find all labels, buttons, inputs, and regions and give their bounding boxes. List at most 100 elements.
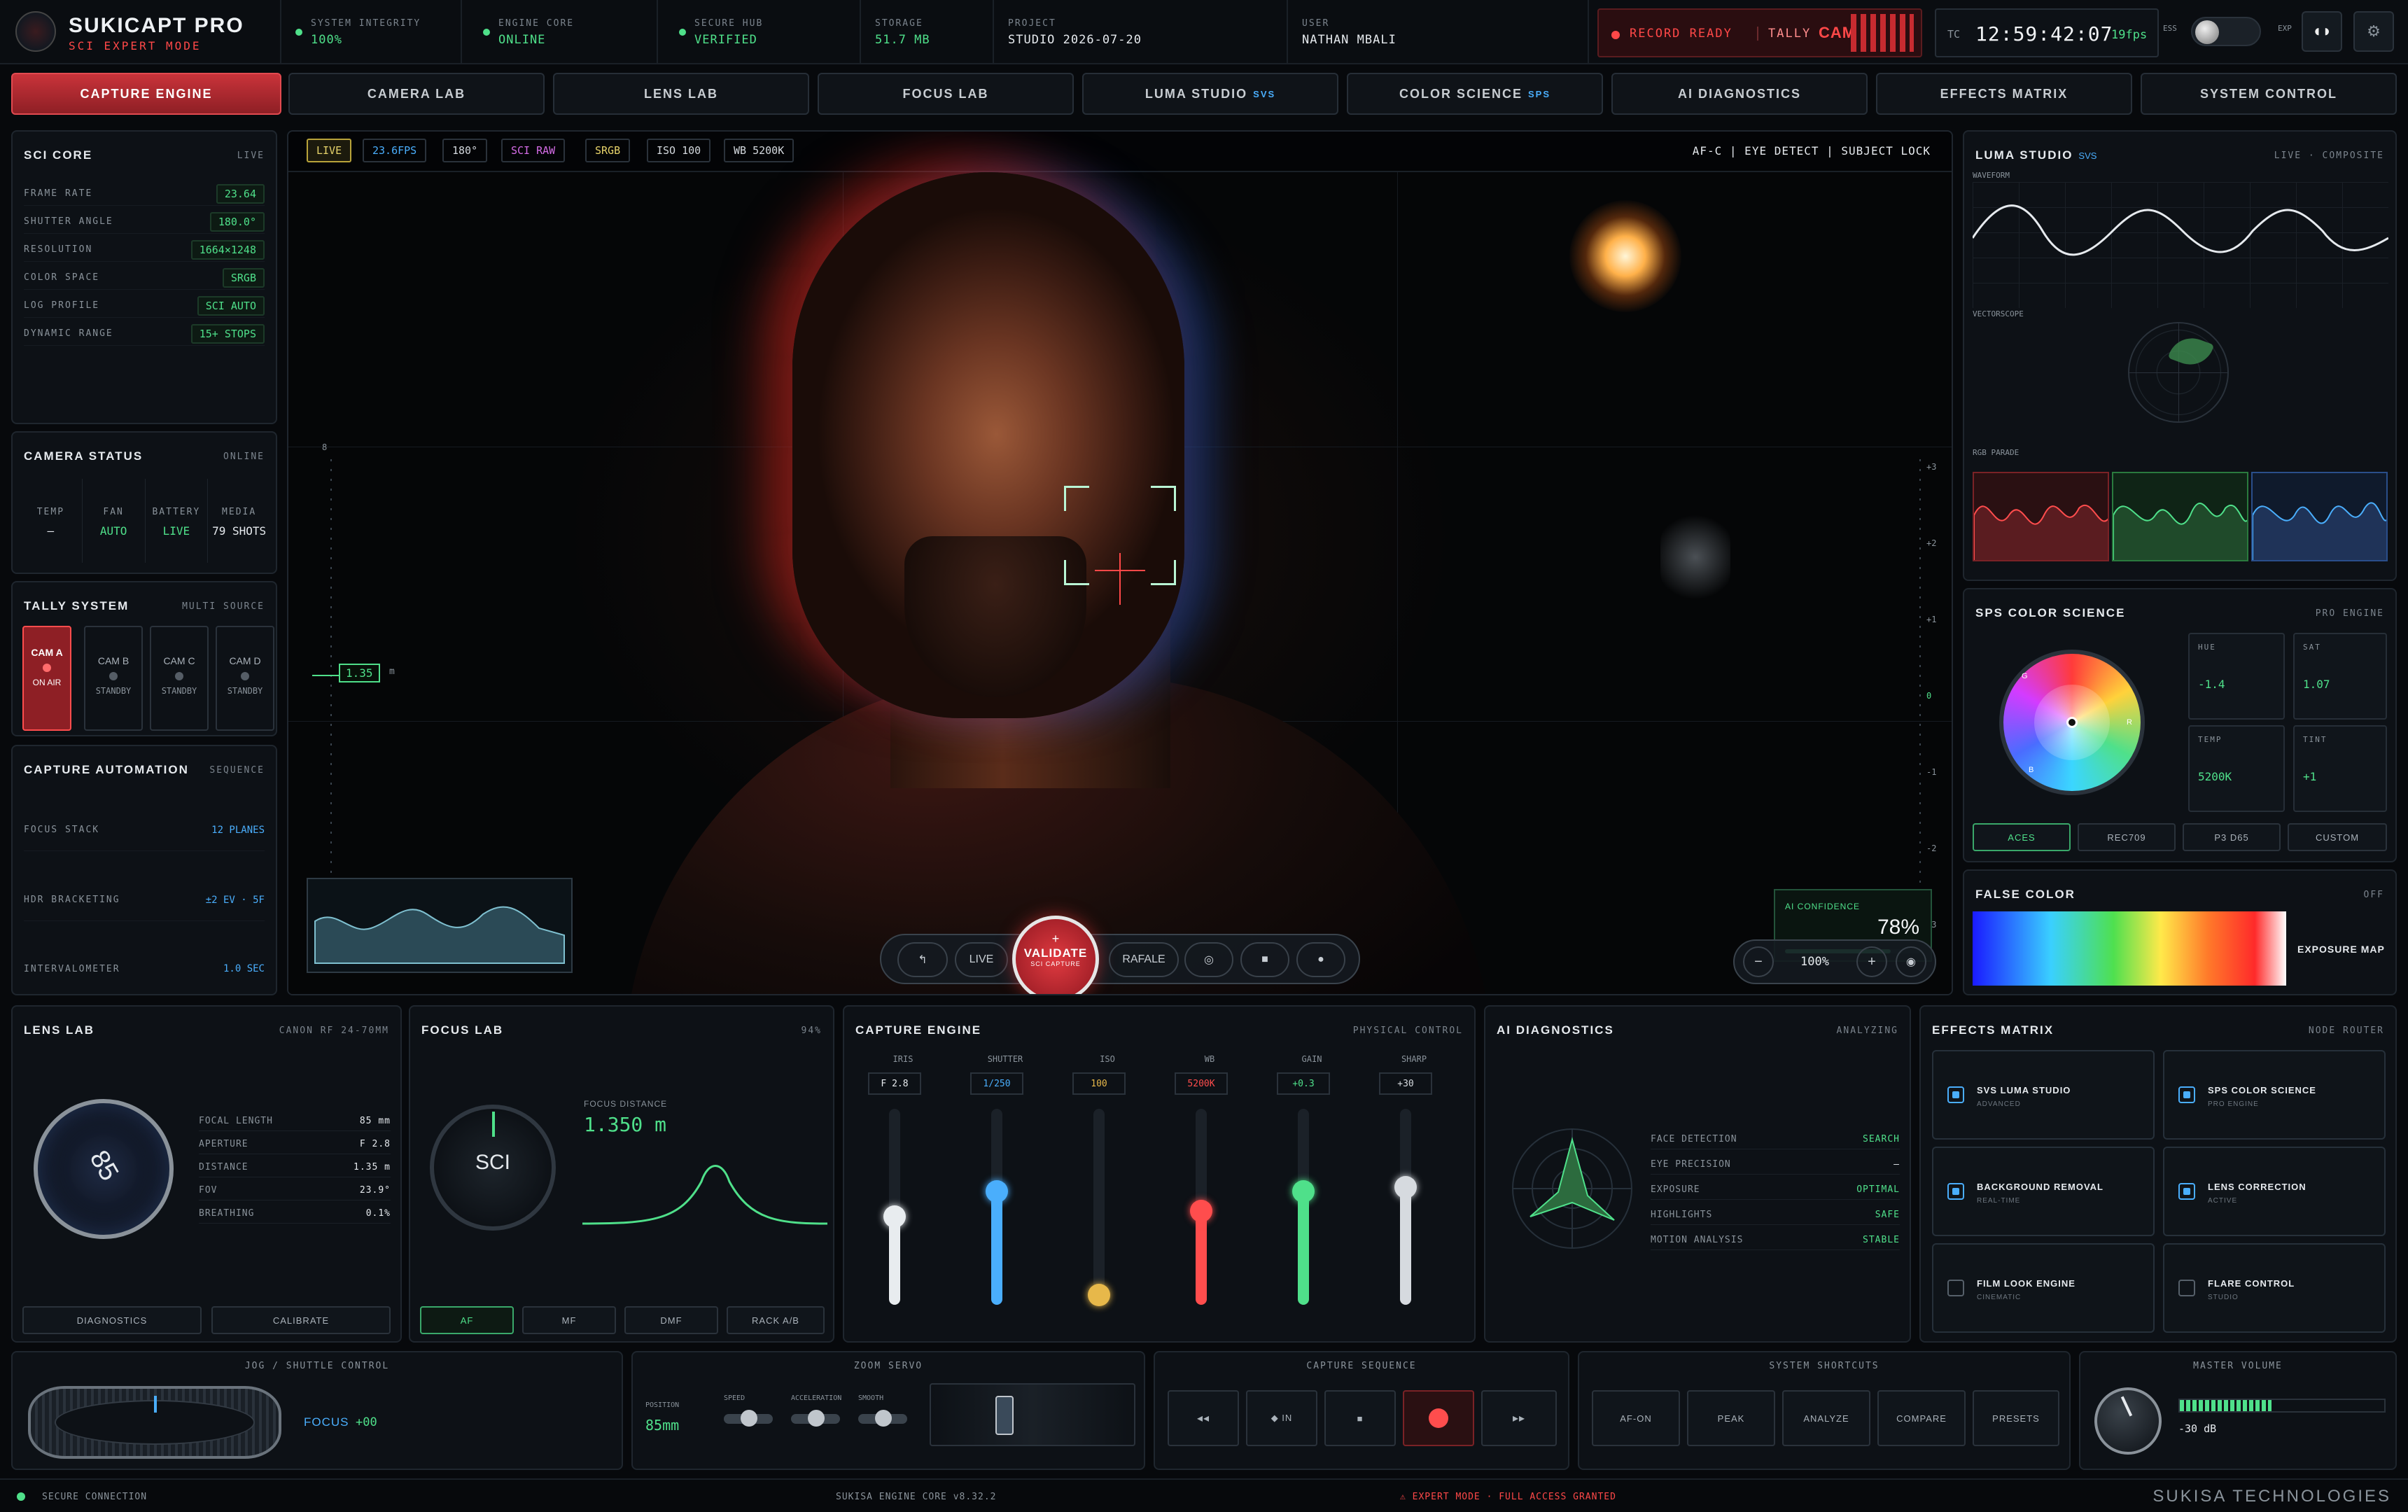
tally-cam-a[interactable]: CAM A ON AIR (22, 626, 71, 731)
param-tint[interactable]: TINT +1 (2293, 725, 2387, 812)
mode-rec709[interactable]: REC709 (2078, 823, 2176, 851)
node-checkbox[interactable] (1947, 1183, 1964, 1200)
tab-lens-lab[interactable]: LENS LAB (553, 73, 809, 115)
slider-knob[interactable] (1394, 1176, 1417, 1198)
stop-sequence-button[interactable]: ■ (1324, 1390, 1396, 1446)
tab-camera-lab[interactable]: CAMERA LAB (288, 73, 545, 115)
shortcut-presets[interactable]: PRESETS (1973, 1390, 2059, 1446)
automation-row[interactable]: INTERVALOMETER 1.0 SEC (24, 948, 265, 990)
focus-mode-af[interactable]: AF (420, 1306, 514, 1334)
zoom-out-button[interactable]: − (1743, 946, 1774, 977)
mode-aces[interactable]: ACES (1973, 823, 2071, 851)
smooth-slider[interactable] (858, 1410, 907, 1427)
node-checkbox[interactable] (2178, 1183, 2195, 1200)
zoom-fit-button[interactable]: ◉ (1896, 946, 1926, 977)
chip-iso[interactable]: ISO 100 (647, 139, 711, 162)
slider-knob[interactable] (1292, 1180, 1315, 1203)
color-wheel[interactable]: G R B (1999, 650, 2145, 795)
diagnostics-button[interactable]: DIAGNOSTICS (22, 1306, 202, 1334)
mode-custom[interactable]: CUSTOM (2288, 823, 2387, 851)
slider-track[interactable] (1292, 1109, 1315, 1305)
focus-dial[interactable]: SCI (430, 1105, 556, 1231)
slider-knob[interactable] (1088, 1284, 1110, 1306)
chip-live[interactable]: LIVE (307, 139, 352, 162)
jog-wheel[interactable] (28, 1386, 281, 1459)
record-sequence-button[interactable] (1403, 1390, 1474, 1446)
node-flare-control[interactable]: FLARE CONTROL STUDIO (2163, 1243, 2386, 1333)
slider-value[interactable]: 100 (1072, 1072, 1126, 1095)
slider-knob[interactable] (986, 1180, 1008, 1203)
slider-knob[interactable] (883, 1205, 906, 1228)
tab-focus-lab[interactable]: FOCUS LAB (818, 73, 1074, 115)
slider-value[interactable]: +30 (1379, 1072, 1432, 1095)
ess-exp-toggle[interactable] (2191, 17, 2261, 46)
slider-value[interactable]: F 2.8 (868, 1072, 921, 1095)
node-checkbox[interactable] (1947, 1280, 1964, 1296)
node-film-look-engine[interactable]: FILM LOOK ENGINE CINEMATIC (1932, 1243, 2155, 1333)
node-svs-luma-studio[interactable]: SVS LUMA STUDIO ADVANCED (1932, 1050, 2155, 1140)
tab-luma-studio[interactable]: LUMA STUDIO SVS (1082, 73, 1338, 115)
shortcut-peak[interactable]: PEAK (1687, 1390, 1775, 1446)
validate-capture-button[interactable]: + VALIDATE SCI CAPTURE (1012, 916, 1099, 994)
fast-forward-button[interactable]: ▸▸ (1481, 1390, 1557, 1446)
acceleration-slider[interactable] (791, 1410, 840, 1427)
chip-fps[interactable]: 23.6FPS (363, 139, 427, 162)
slider-track[interactable] (1394, 1109, 1417, 1305)
stop-button[interactable]: ■ (1240, 942, 1289, 977)
tab-color-science[interactable]: COLOR SCIENCE SPS (1347, 73, 1603, 115)
automation-row[interactable]: FOCUS STACK 12 PLANES (24, 809, 265, 851)
node-lens-correction[interactable]: LENS CORRECTION ACTIVE (2163, 1147, 2386, 1236)
focus-mode-dmf[interactable]: DMF (624, 1306, 718, 1334)
tab-effects-matrix[interactable]: EFFECTS MATRIX (1876, 73, 2132, 115)
tab-capture-engine[interactable]: CAPTURE ENGINE (11, 73, 281, 115)
tab-ai-diagnostics[interactable]: AI DIAGNOSTICS (1611, 73, 1868, 115)
shortcut-analyze[interactable]: ANALYZE (1782, 1390, 1870, 1446)
rewind-button[interactable]: ◂◂ (1168, 1390, 1239, 1446)
tally-cam-d[interactable]: CAM D STANDBY (216, 626, 274, 731)
target-button[interactable]: ◎ (1184, 942, 1233, 977)
slider-track[interactable] (986, 1109, 1008, 1305)
slider-value[interactable]: 5200K (1175, 1072, 1228, 1095)
back-button[interactable]: ↰ (897, 942, 948, 977)
volume-knob[interactable] (2094, 1387, 2162, 1455)
chip-sci-raw[interactable]: SCI RAW (501, 139, 566, 162)
param-hue[interactable]: HUE -1.4 (2188, 633, 2285, 720)
node-checkbox[interactable] (2178, 1280, 2195, 1296)
rafale-button[interactable]: RAFALE (1109, 942, 1179, 977)
zoom-in-button[interactable]: + (1856, 946, 1887, 977)
tally-cam-b[interactable]: CAM B STANDBY (84, 626, 143, 731)
chip-srgb[interactable]: SRGB (585, 139, 631, 162)
slider-knob[interactable] (1190, 1200, 1212, 1222)
slider-track[interactable] (1190, 1109, 1212, 1305)
node-checkbox[interactable] (1947, 1086, 1964, 1103)
calibrate-button[interactable]: CALIBRATE (211, 1306, 391, 1334)
slider-track[interactable] (883, 1109, 906, 1305)
slider-value[interactable]: +0.3 (1277, 1072, 1330, 1095)
lens-dial[interactable]: 85 (34, 1099, 174, 1239)
tally-cam-c[interactable]: CAM C STANDBY (150, 626, 209, 731)
focus-tracker[interactable] (1064, 486, 1176, 605)
node-checkbox[interactable] (2178, 1086, 2195, 1103)
wheel-handle[interactable] (2066, 717, 2078, 728)
shortcut-af-on[interactable]: AF-ON (1592, 1390, 1680, 1446)
param-sat[interactable]: SAT 1.07 (2293, 633, 2387, 720)
record-tally-box[interactable]: RECORD READY TALLY CAM A (1597, 8, 1922, 57)
tab-system-control[interactable]: SYSTEM CONTROL (2141, 73, 2397, 115)
settings-button[interactable]: ⚙ (2353, 11, 2394, 52)
slider-track[interactable] (1088, 1109, 1110, 1306)
mode-p3[interactable]: P3 D65 (2183, 823, 2281, 851)
record-button[interactable]: ● (1296, 942, 1345, 977)
automation-row[interactable]: HDR BRACKETING ±2 EV · 5F (24, 879, 265, 921)
live-button[interactable]: LIVE (955, 942, 1008, 977)
speed-slider[interactable] (724, 1410, 773, 1427)
split-view-button[interactable]: ◖◗ (2302, 11, 2342, 52)
node-background-removal[interactable]: BACKGROUND REMOVAL REAL-TIME (1932, 1147, 2155, 1236)
focus-mode-mf[interactable]: MF (522, 1306, 616, 1334)
param-temp[interactable]: TEMP 5200K (2188, 725, 2285, 812)
chip-shutter[interactable]: 180° (442, 139, 488, 162)
chip-wb[interactable]: WB 5200K (724, 139, 794, 162)
zoom-rocker[interactable] (930, 1383, 1135, 1446)
mark-in-button[interactable]: ◆ IN (1246, 1390, 1317, 1446)
focus-mode-rack[interactable]: RACK A/B (727, 1306, 825, 1334)
slider-value[interactable]: 1/250 (970, 1072, 1023, 1095)
